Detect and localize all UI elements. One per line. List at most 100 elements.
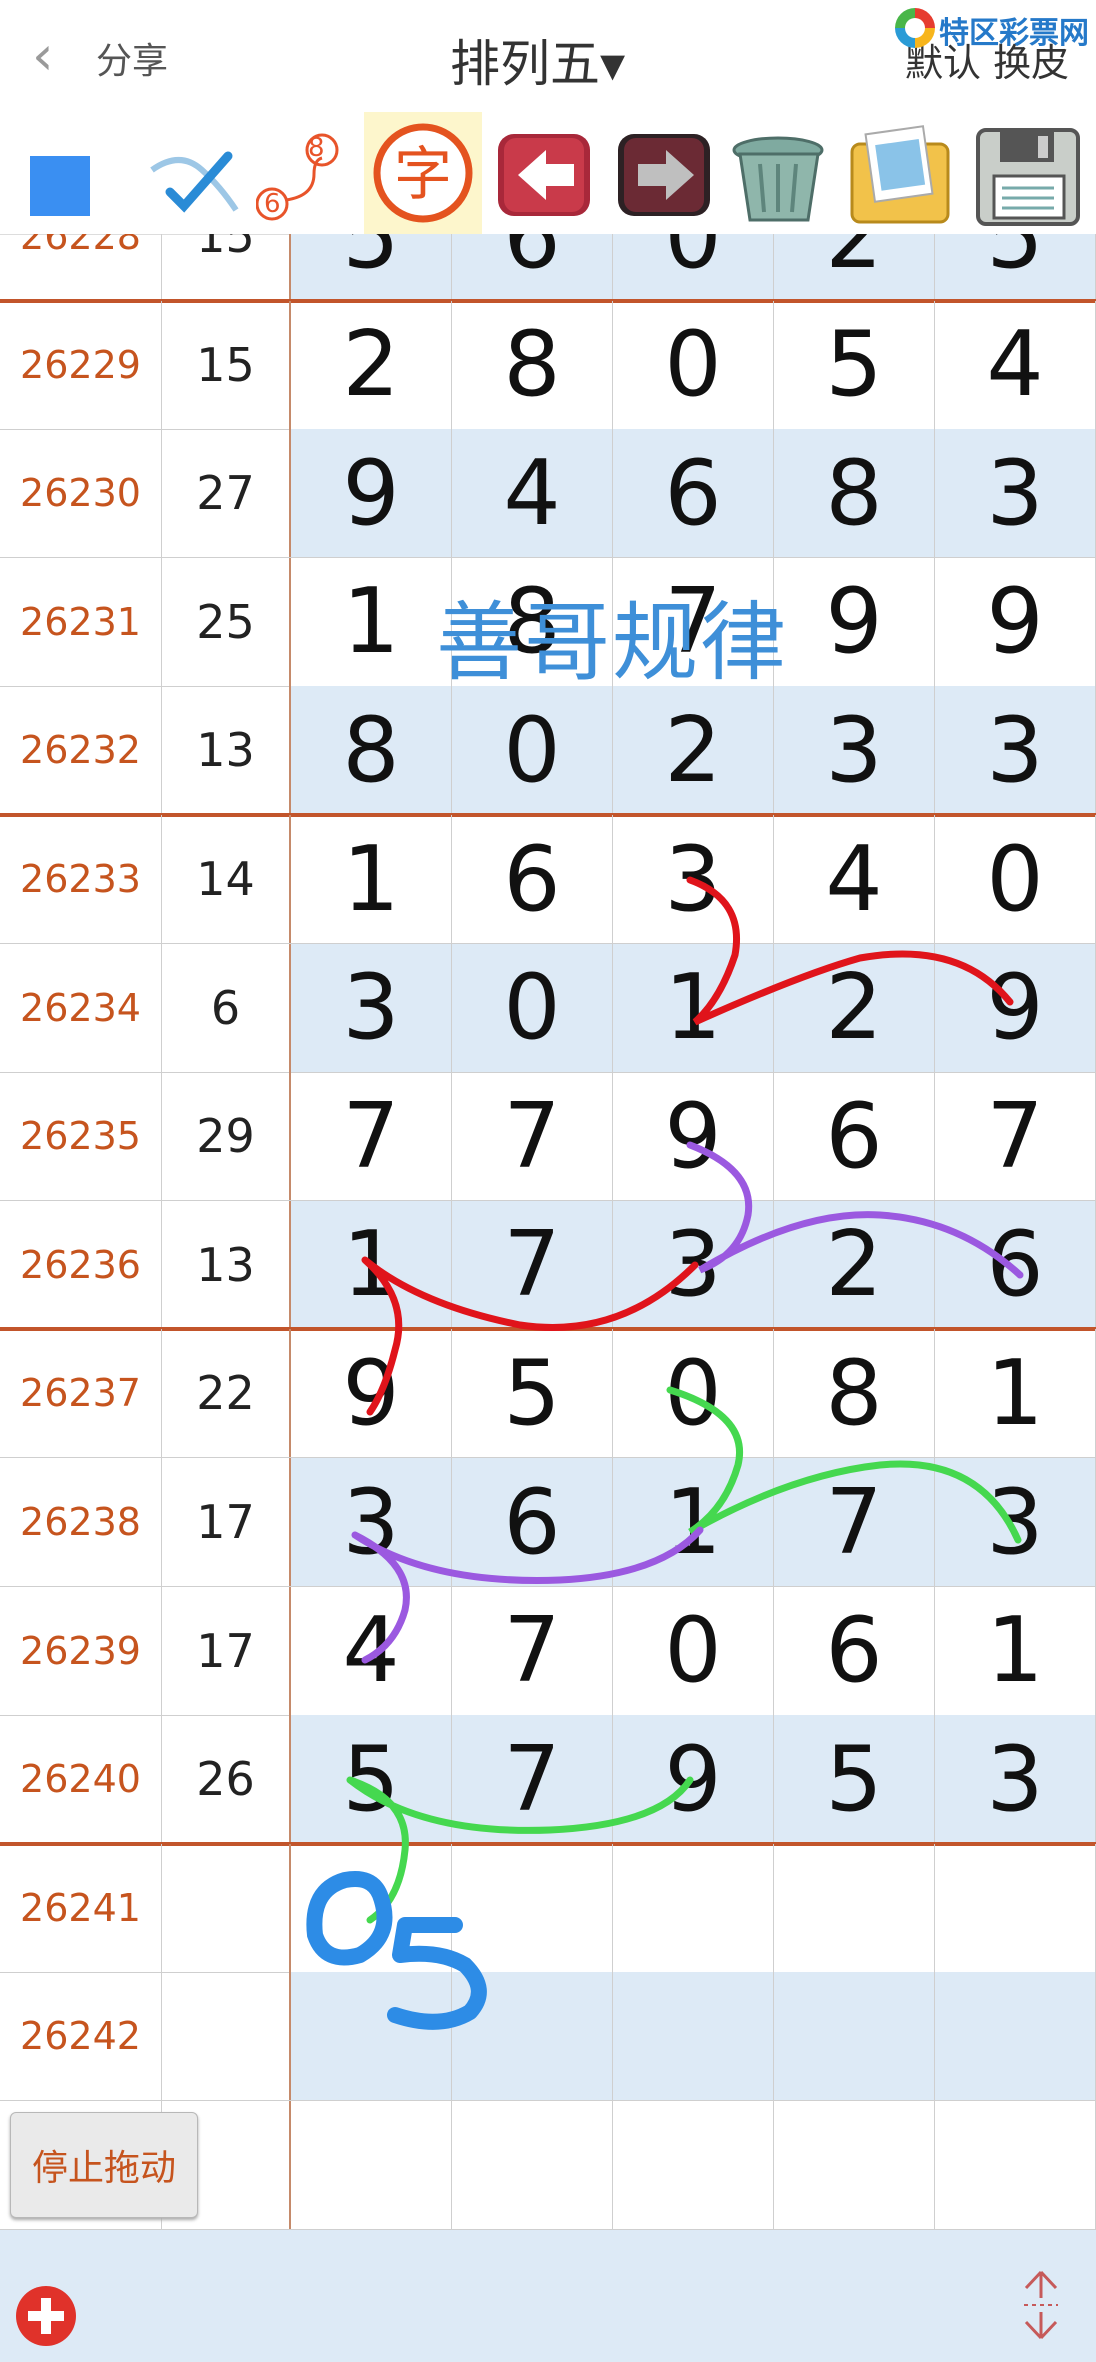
chevron-left-icon[interactable]: ‹ (32, 28, 54, 84)
digit-cell-pos-3[interactable]: 3 (613, 815, 774, 943)
stop-drag-button[interactable]: 停止拖动 (10, 2112, 198, 2218)
color-square-icon[interactable] (20, 120, 124, 224)
digit-cell-pos-5[interactable]: 3 (935, 686, 1096, 815)
digit-cell-pos-3[interactable]: 2 (613, 686, 774, 815)
digit-cell-pos-1[interactable]: 3 (291, 943, 452, 1072)
digit-cell-pos-3[interactable]: 0 (613, 300, 774, 429)
digit-sum-cell: 13 (162, 686, 291, 815)
digit-cell-pos-2[interactable]: 0 (452, 943, 613, 1072)
logo-emblem-icon (895, 8, 935, 48)
digit-cell-pos-1[interactable]: 4 (291, 1586, 452, 1715)
digit-cell-pos-4[interactable] (774, 1972, 935, 2101)
digit-cell-pos-2[interactable] (452, 1843, 613, 1972)
digit-cell-pos-4[interactable]: 6 (774, 1586, 935, 1715)
digit-cell-pos-2[interactable]: 6 (452, 815, 613, 943)
digit-cell-pos-4[interactable]: 2 (774, 234, 935, 300)
digit-cell-pos-5[interactable]: 7 (935, 1072, 1096, 1201)
lottery-type-selector[interactable]: 排列五▾ (450, 24, 625, 96)
digit-cell-pos-4[interactable]: 3 (774, 686, 935, 815)
digit-cell-pos-5[interactable] (935, 1972, 1096, 2101)
digit-cell-pos-1[interactable]: 5 (291, 234, 452, 300)
digit-cell-pos-4[interactable]: 8 (774, 1329, 935, 1458)
digit-cell-pos-4[interactable] (774, 2101, 935, 2229)
digit-cell-pos-2[interactable]: 7 (452, 1586, 613, 1715)
digit-cell-pos-4[interactable]: 5 (774, 300, 935, 429)
digit-cell-pos-5[interactable] (935, 2101, 1096, 2229)
digit-cell-pos-2[interactable]: 7 (452, 1715, 613, 1844)
digit-cell-pos-3[interactable]: 3 (613, 1200, 774, 1329)
digit-cell-pos-5[interactable]: 5 (935, 234, 1096, 300)
digit-cell-pos-1[interactable]: 7 (291, 1072, 452, 1201)
digit-cell-pos-1[interactable]: 5 (291, 1715, 452, 1844)
digit-cell-pos-5[interactable]: 4 (935, 300, 1096, 429)
digit-cell-pos-1[interactable] (291, 1843, 452, 1972)
trash-icon[interactable] (724, 120, 828, 224)
issue-number-cell: 26232 (0, 686, 162, 815)
digit-cell-pos-1[interactable]: 3 (291, 1458, 452, 1586)
pen-icon[interactable] (140, 120, 244, 224)
digit-cell-pos-4[interactable]: 2 (774, 1200, 935, 1329)
digit-cell-pos-1[interactable]: 8 (291, 686, 452, 815)
digit-cell-pos-4[interactable]: 6 (774, 1072, 935, 1201)
gallery-icon[interactable] (846, 120, 950, 224)
digit-cell-pos-2[interactable]: 7 (452, 1200, 613, 1329)
digit-cell-pos-3[interactable]: 0 (613, 1329, 774, 1458)
digit-cell-pos-3[interactable]: 6 (613, 429, 774, 558)
digit-cell-pos-1[interactable]: 1 (291, 557, 452, 686)
digit-cell-pos-3[interactable]: 1 (613, 943, 774, 1072)
digit-cell-pos-5[interactable]: 9 (935, 557, 1096, 686)
digit-cell-pos-5[interactable]: 0 (935, 815, 1096, 943)
digit-cell-pos-5[interactable]: 1 (935, 1329, 1096, 1458)
add-circle-icon[interactable] (16, 2286, 76, 2346)
digit-cell-pos-5[interactable]: 3 (935, 1715, 1096, 1844)
digit-cell-pos-2[interactable]: 0 (452, 686, 613, 815)
digit-cell-pos-4[interactable]: 8 (774, 429, 935, 558)
digit-cell-pos-3[interactable]: 9 (613, 1715, 774, 1844)
digit-cell-pos-4[interactable]: 9 (774, 557, 935, 686)
share-button[interactable]: 分享 (96, 32, 168, 84)
table-row: 26236 13 1 7 3 2 6 (0, 1200, 1096, 1330)
digit-cell-pos-1[interactable] (291, 1972, 452, 2101)
digit-cell-pos-3[interactable]: 1 (613, 1458, 774, 1586)
digit-cell-pos-2[interactable]: 6 (452, 234, 613, 300)
digit-cell-pos-5[interactable]: 1 (935, 1586, 1096, 1715)
digit-cell-pos-4[interactable] (774, 1843, 935, 1972)
digit-cell-pos-2[interactable] (452, 2101, 613, 2229)
digit-cell-pos-1[interactable]: 2 (291, 300, 452, 429)
save-disk-icon[interactable] (970, 120, 1080, 226)
digit-cell-pos-5[interactable]: 6 (935, 1200, 1096, 1329)
digit-cell-pos-1[interactable]: 1 (291, 815, 452, 943)
digit-sum-cell: 15 (162, 300, 291, 429)
digit-cell-pos-2[interactable] (452, 1972, 613, 2101)
digit-cell-pos-4[interactable]: 7 (774, 1458, 935, 1586)
digit-cell-pos-3[interactable] (613, 1843, 774, 1972)
digit-cell-pos-5[interactable] (935, 1843, 1096, 1972)
digit-cell-pos-3[interactable]: 0 (613, 1586, 774, 1715)
digit-cell-pos-4[interactable]: 5 (774, 1715, 935, 1844)
digit-cell-pos-3[interactable] (613, 2101, 774, 2229)
bottom-bar (0, 2230, 1096, 2362)
text-icon[interactable]: 字 (364, 112, 482, 234)
connect-numbers-icon[interactable]: 86 (255, 120, 360, 224)
digit-cell-pos-4[interactable]: 2 (774, 943, 935, 1072)
redo-arrow-icon[interactable] (614, 120, 718, 224)
digit-cell-pos-3[interactable]: 9 (613, 1072, 774, 1201)
digit-cell-pos-2[interactable]: 6 (452, 1458, 613, 1586)
undo-arrow-icon[interactable] (494, 120, 598, 224)
digit-cell-pos-5[interactable]: 3 (935, 1458, 1096, 1586)
digit-sum-cell: 15 (162, 234, 291, 300)
digit-cell-pos-1[interactable] (291, 2101, 452, 2229)
digit-cell-pos-2[interactable]: 7 (452, 1072, 613, 1201)
digit-cell-pos-4[interactable]: 4 (774, 815, 935, 943)
digit-cell-pos-2[interactable]: 5 (452, 1329, 613, 1458)
digit-cell-pos-5[interactable]: 9 (935, 943, 1096, 1072)
digit-cell-pos-3[interactable]: 0 (613, 234, 774, 300)
digit-cell-pos-2[interactable]: 8 (452, 300, 613, 429)
digit-cell-pos-1[interactable]: 1 (291, 1200, 452, 1329)
digit-cell-pos-5[interactable]: 3 (935, 429, 1096, 558)
digit-cell-pos-3[interactable] (613, 1972, 774, 2101)
up-down-arrows-icon[interactable] (1018, 2268, 1064, 2342)
digit-cell-pos-1[interactable]: 9 (291, 1329, 452, 1458)
digit-cell-pos-1[interactable]: 9 (291, 429, 452, 558)
digit-cell-pos-2[interactable]: 4 (452, 429, 613, 558)
